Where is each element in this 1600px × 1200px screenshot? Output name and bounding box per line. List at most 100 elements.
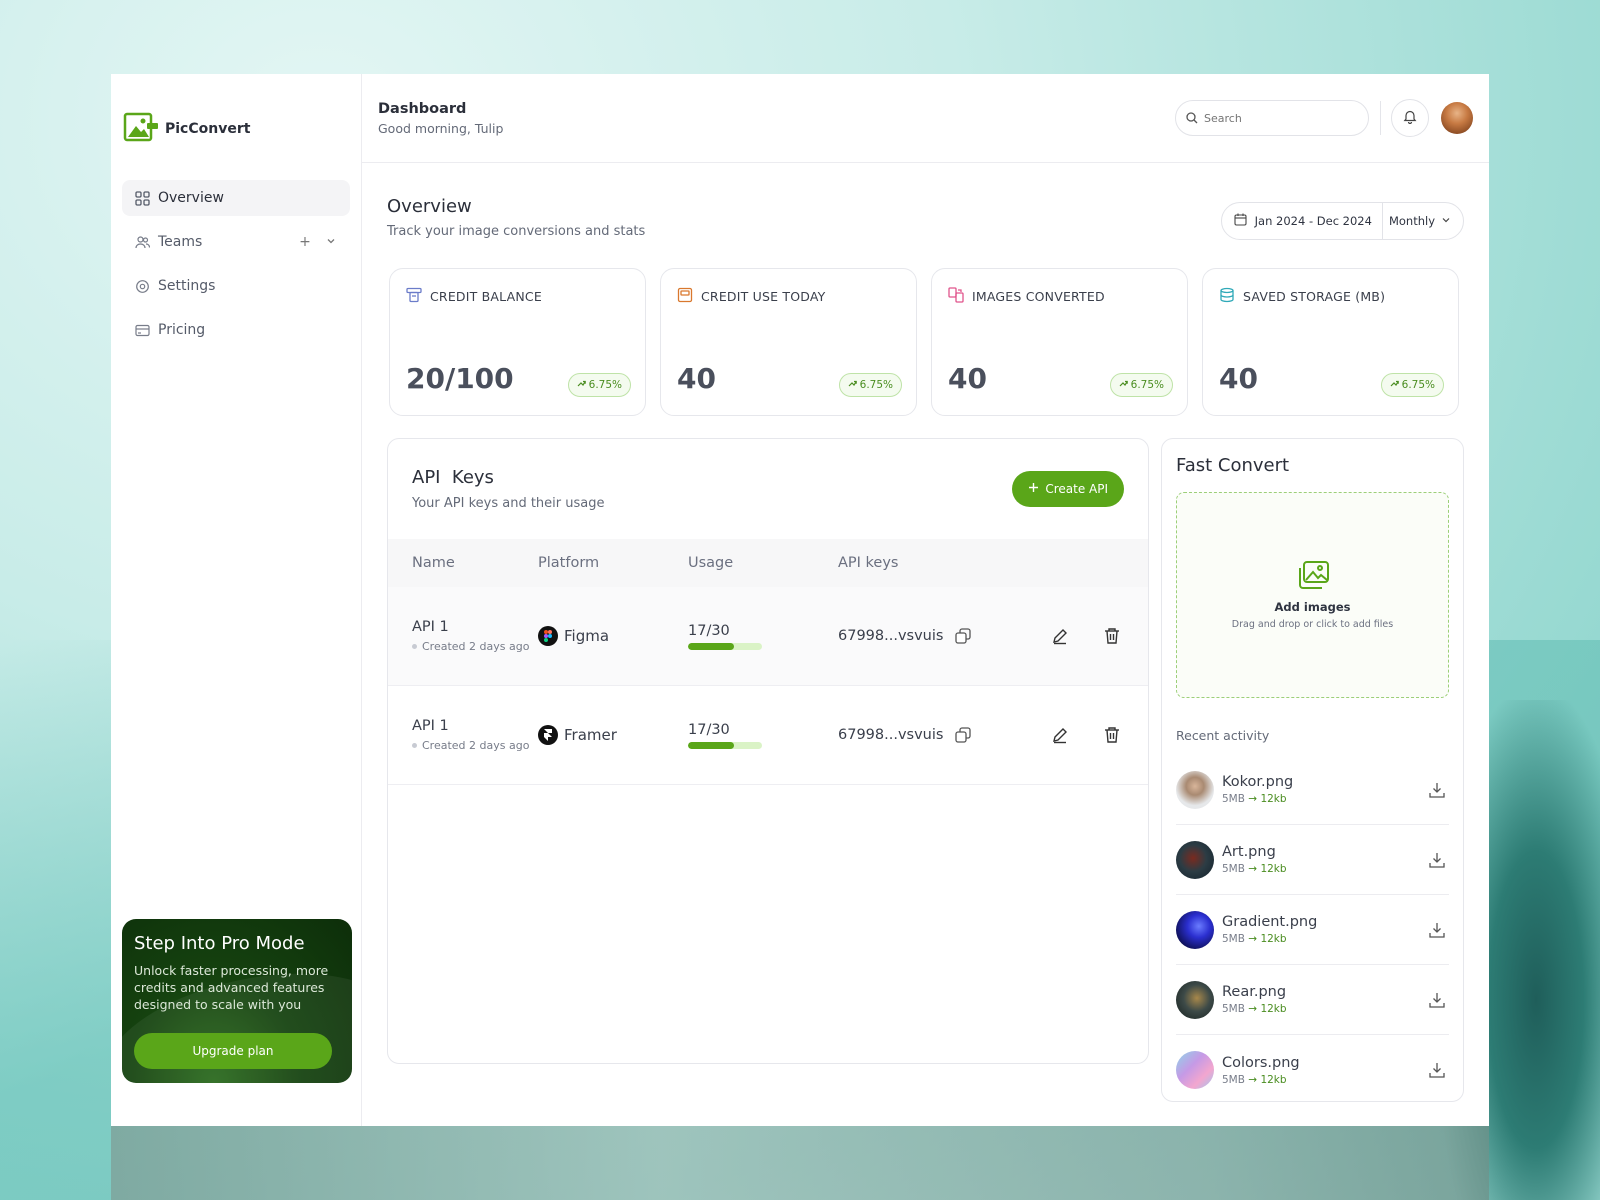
database-icon [1219,287,1235,306]
sidebar-nav: Overview Teams + Settings Pricing [122,180,350,348]
column-header-api-keys[interactable]: API keys [838,555,1148,571]
usage-bar-fill [688,642,734,650]
download-icon[interactable] [1425,1058,1449,1082]
stat-value: 40 [1219,362,1258,395]
upgrade-plan-button[interactable]: Upgrade plan [134,1033,332,1069]
image-dropzone[interactable]: Add images Drag and drop or click to add… [1176,492,1449,698]
create-api-label: Create API [1045,482,1108,496]
download-icon[interactable] [1425,778,1449,802]
stat-card-credit-use-today: CREDIT USE TODAY 40 6.75% [660,268,917,416]
stat-value: 40 [677,362,716,395]
sidebar-item-label: Settings [158,278,216,294]
period-select[interactable]: Monthly [1383,203,1463,239]
fast-convert-card: Fast Convert Add images Drag and drop or… [1161,438,1464,1102]
plus-icon[interactable]: + [298,234,312,250]
period-text: Monthly [1388,214,1435,228]
stat-label: CREDIT BALANCE [430,289,542,304]
download-icon[interactable] [1425,988,1449,1012]
teams-actions: + [298,234,338,250]
file-size: 5MB → 12kb [1222,793,1287,805]
platform-name: Framer [564,726,617,744]
api-created: Created 2 days ago [412,640,538,653]
trash-icon[interactable] [1100,723,1124,747]
chevron-down-icon[interactable] [324,234,338,250]
bell-icon [1403,109,1417,128]
column-header-platform[interactable]: Platform [538,555,688,571]
api-created: Created 2 days ago [412,739,538,752]
file-size: 5MB → 12kb [1222,863,1287,875]
list-item[interactable]: Rear.png 5MB → 12kb [1176,965,1449,1035]
search-input[interactable] [1204,111,1354,125]
api-key-value: 67998...vsvuis [838,628,944,644]
usage-text: 17/30 [688,721,730,738]
download-icon[interactable] [1425,918,1449,942]
file-name: Gradient.png [1222,914,1318,930]
edit-icon[interactable] [1048,723,1072,747]
create-api-button[interactable]: Create API [1012,471,1124,507]
page-title: Dashboard [378,100,467,117]
stat-change: 6.75% [1130,379,1164,391]
stat-change: 6.75% [859,379,893,391]
overview-subtitle: Track your image conversions and stats [387,224,646,239]
stat-change: 6.75% [588,379,622,391]
thumbnail [1176,770,1214,809]
promo-title: Step Into Pro Mode [134,933,305,954]
stat-label: CREDIT USE TODAY [701,289,826,304]
sidebar-item-pricing[interactable]: Pricing [122,312,350,348]
card-icon [134,322,150,338]
sidebar-item-settings[interactable]: Settings [122,268,350,304]
promo-text: Unlock faster processing, more credits a… [134,963,329,1012]
stat-change-badge: 6.75% [1109,373,1173,397]
brand[interactable]: PicConvert [122,74,350,184]
column-header-usage[interactable]: Usage [688,555,838,571]
trend-up-icon [577,379,586,391]
column-header-name[interactable]: Name [388,555,538,571]
recent-activity-label: Recent activity [1176,728,1270,743]
main-area: Dashboard Good morning, Tulip Search Ove… [362,74,1489,1126]
file-name: Colors.png [1222,1054,1300,1071]
image-icon [1296,560,1330,594]
list-item[interactable]: Art.png 5MB → 12kb [1176,825,1449,895]
list-item[interactable]: Gradient.png 5MB → 12kb [1176,895,1449,965]
trend-up-icon [1390,379,1399,391]
sidebar-item-overview[interactable]: Overview [122,180,350,216]
stat-change-badge: 6.75% [1380,373,1444,397]
api-keys-card: API Keys Your API keys and their usage C… [387,438,1149,1064]
file-name: Rear.png [1222,984,1287,1000]
table-row: API 1 Created 2 days ago Framer 17/30 67… [388,686,1148,785]
copy-icon[interactable] [951,624,975,648]
wallet-icon [677,287,693,306]
framer-icon [538,725,558,745]
list-item[interactable]: Kokor.png 5MB → 12kb [1176,755,1449,825]
settings-icon [134,278,150,294]
download-icon[interactable] [1425,848,1449,872]
platform-cell: Figma [538,626,688,646]
app-window: PicConvert Overview Teams + Settings Pri… [111,74,1489,1126]
notifications-button[interactable] [1391,99,1429,137]
thumbnail [1176,910,1214,949]
api-name: API 1 [412,619,449,635]
dropzone-subtitle: Drag and drop or click to add files [1231,619,1394,630]
brand-name: PicConvert [165,121,251,137]
sidebar-item-label: Pricing [158,322,206,338]
credit-icon [406,287,422,306]
stat-value: 40 [948,362,987,395]
user-avatar[interactable] [1441,102,1473,134]
copy-icon[interactable] [951,723,975,747]
sidebar-item-teams[interactable]: Teams + [122,224,350,260]
file-size: 5MB → 12kb [1222,1073,1287,1086]
stat-change: 6.75% [1401,379,1435,391]
search-box[interactable] [1175,100,1369,136]
file-size: 5MB → 12kb [1222,933,1287,945]
background-band [111,1126,1489,1200]
date-range-picker[interactable]: Jan 2024 - Dec 2024 [1222,203,1383,239]
usage-bar [688,741,762,749]
table-row: API 1 Created 2 days ago Figma 17/30 679… [388,587,1148,686]
recent-activity-list: Kokor.png 5MB → 12kb Art.png 5MB → 12kb … [1176,755,1449,1105]
edit-icon[interactable] [1048,624,1072,648]
list-item[interactable]: Colors.png 5MB → 12kb [1176,1035,1449,1105]
search-icon [1186,109,1198,128]
platform-cell: Framer [538,725,688,745]
thumbnail [1176,980,1214,1019]
trash-icon[interactable] [1100,624,1124,648]
